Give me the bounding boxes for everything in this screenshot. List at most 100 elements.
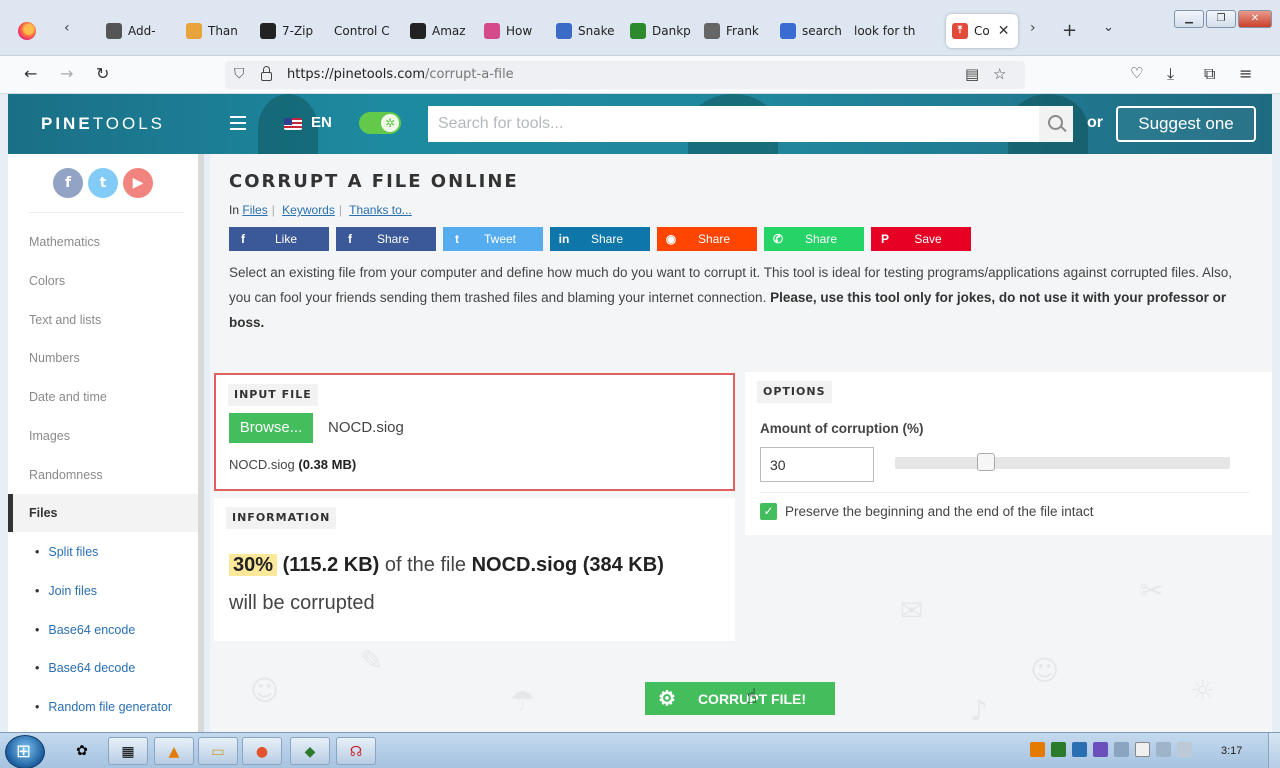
tab[interactable]: Add-	[100, 14, 180, 48]
sidebar-subitem[interactable]: Join files	[35, 584, 97, 598]
reddit-share-button[interactable]: ◉ Share	[657, 227, 757, 251]
tab-label: Co	[974, 24, 990, 38]
facebook-icon[interactable]: f	[53, 168, 83, 198]
sidebar-category[interactable]: Mathematics	[29, 235, 100, 249]
youtube-icon[interactable]: ▶	[123, 168, 153, 198]
tab[interactable]: Than	[180, 14, 254, 48]
tab[interactable]: Snake	[550, 14, 624, 48]
flag-tray-icon[interactable]	[1135, 742, 1150, 757]
firefox-icon[interactable]	[18, 22, 36, 40]
new-tab-icon[interactable]: +	[1062, 20, 1077, 41]
breadcrumb-keywords-link[interactable]: Keywords	[282, 203, 335, 217]
tab[interactable]: Control C	[328, 14, 404, 48]
sidebar-category[interactable]: Numbers	[29, 351, 80, 365]
site-logo[interactable]: PINETOOLS	[41, 114, 165, 134]
chevron-right-icon[interactable]: ›	[1030, 20, 1036, 36]
tab[interactable]: search	[774, 14, 848, 48]
paint-icon[interactable]: ✿	[62, 737, 102, 765]
facebook-share-button[interactable]: f Share	[336, 227, 436, 251]
pinetools-icon: ⤒	[952, 23, 968, 39]
sidebar-category[interactable]: Text and lists	[29, 313, 101, 327]
sidebar-category[interactable]: Date and time	[29, 390, 107, 404]
whatsapp-share-button[interactable]: ✆ Share	[764, 227, 864, 251]
network-status-icon[interactable]	[1156, 742, 1171, 757]
show-desktop-button[interactable]	[1268, 733, 1280, 768]
chevron-left-icon[interactable]: ‹	[64, 20, 70, 36]
preserve-checkbox[interactable]: ✓	[760, 503, 777, 520]
keyboard-tray-icon[interactable]	[1072, 742, 1087, 757]
explorer-icon[interactable]: ▭	[198, 737, 238, 765]
sidebar-category-active[interactable]: Files	[8, 494, 198, 532]
menu-icon[interactable]: ≡	[1239, 64, 1252, 83]
reader-view-icon[interactable]: ▤	[965, 65, 979, 83]
tab[interactable]: look for th	[848, 14, 928, 48]
sidebar-category[interactable]: Colors	[29, 274, 65, 288]
display-tray-icon[interactable]	[1114, 742, 1129, 757]
sidebar-subitem[interactable]: Split files	[35, 545, 98, 559]
tab-active[interactable]: ⤒ Co ✕	[946, 14, 1018, 48]
breadcrumb-files-link[interactable]: Files	[242, 203, 267, 217]
minimize-button[interactable]: ▁	[1174, 10, 1204, 28]
preserve-checkbox-label[interactable]: Preserve the beginning and the end of th…	[785, 504, 1093, 519]
search-icon[interactable]	[1039, 106, 1073, 142]
notepad-icon[interactable]: ▦	[108, 737, 148, 765]
lock-icon[interactable]	[261, 66, 272, 81]
tab[interactable]: Dankp	[624, 14, 698, 48]
forward-icon[interactable]: →	[60, 64, 73, 83]
corrupt-file-button[interactable]: ⚙ CORRUPT FILE!	[645, 682, 835, 715]
hamburger-menu-icon[interactable]	[230, 116, 246, 130]
downloads-icon[interactable]: ⤓	[1167, 64, 1174, 84]
share-button-label: Like	[274, 232, 297, 246]
volume-icon[interactable]	[1177, 742, 1192, 757]
taskbar-clock[interactable]: 3:17	[1221, 745, 1242, 757]
theme-toggle[interactable]	[359, 112, 401, 134]
network-tray-icon[interactable]	[1051, 742, 1066, 757]
sidebar-category[interactable]: Randomness	[29, 468, 103, 482]
twitter-icon[interactable]: t	[88, 168, 118, 198]
share-service-icon: f	[241, 232, 245, 246]
reload-icon[interactable]: ↻	[96, 64, 109, 83]
corruption-amount-field[interactable]	[760, 447, 874, 482]
shield-icon[interactable]: ⛉	[234, 66, 245, 82]
breadcrumb-thanks-link[interactable]: Thanks to...	[349, 203, 412, 217]
tab[interactable]: Amaz	[404, 14, 478, 48]
url-text[interactable]: https://pinetools.com/corrupt-a-file	[287, 67, 514, 82]
extensions-icon[interactable]: ⧉	[1204, 64, 1215, 84]
tab[interactable]: How	[478, 14, 550, 48]
firefox-taskbar-icon[interactable]: ●	[242, 737, 282, 765]
vlc-icon[interactable]: ▲	[154, 737, 194, 765]
tab[interactable]: 7-Zip	[254, 14, 328, 48]
linkedin-share-button[interactable]: in Share	[550, 227, 650, 251]
corruption-slider[interactable]	[895, 457, 1230, 469]
tab[interactable]: Frank	[698, 14, 774, 48]
browse-button[interactable]: Browse...	[229, 413, 313, 443]
close-icon[interactable]: ✕	[998, 23, 1010, 39]
twitter-tweet-button[interactable]: t Tweet	[443, 227, 543, 251]
us-flag-icon[interactable]	[284, 118, 302, 130]
headphones-icon[interactable]: ☊	[336, 737, 376, 765]
tab-label: Add-	[128, 24, 156, 38]
selected-file-name: NOCD.siog	[328, 419, 404, 436]
url-bar[interactable]: ⛉ https://pinetools.com/corrupt-a-file ▤…	[225, 61, 1025, 89]
vlc-tray-icon[interactable]	[1030, 742, 1045, 757]
facebook-like-button[interactable]: f Like	[229, 227, 329, 251]
language-selector[interactable]: EN	[311, 114, 332, 131]
network-app-icon[interactable]: ◆	[290, 737, 330, 765]
suggest-tool-button[interactable]: Suggest one	[1116, 106, 1256, 142]
search-input[interactable]	[428, 106, 1038, 142]
maximize-button[interactable]: ❐	[1206, 10, 1236, 28]
file-info: NOCD.siog (0.38 MB)	[229, 457, 356, 472]
sidebar-subitem[interactable]: Random file generator	[35, 700, 172, 714]
sidebar-category[interactable]: Images	[29, 429, 70, 443]
bookmark-star-icon[interactable]: ☆	[993, 65, 1006, 83]
sidebar-subitem[interactable]: Base64 decode	[35, 661, 135, 675]
slider-handle[interactable]	[976, 453, 995, 471]
back-icon[interactable]: ←	[24, 64, 37, 83]
chevron-down-icon[interactable]: ⌄	[1103, 20, 1114, 35]
microphone-tray-icon[interactable]	[1093, 742, 1108, 757]
close-window-button[interactable]: ✕	[1238, 10, 1272, 28]
pocket-icon[interactable]: ♡	[1130, 64, 1143, 82]
sidebar-subitem[interactable]: Base64 encode	[35, 623, 135, 637]
start-button[interactable]	[5, 735, 45, 768]
pinterest-save-button[interactable]: P Save	[871, 227, 971, 251]
